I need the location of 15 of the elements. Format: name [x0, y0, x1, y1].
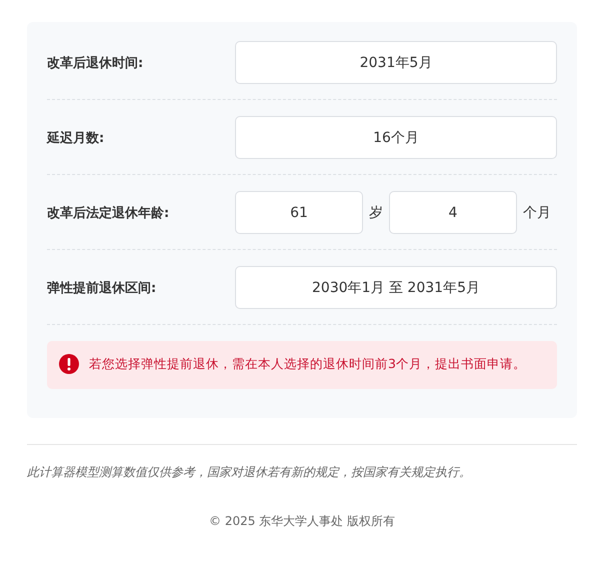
value-field[interactable]: 16个月 [235, 116, 557, 159]
value-field[interactable]: 61 [235, 191, 363, 234]
field-label: 延迟月数: [47, 130, 106, 146]
copyright-text: © 2025 东华大学人事处 版权所有 [208, 513, 396, 530]
field-label: 改革后退休时间: [47, 54, 144, 72]
value-field[interactable]: 2031年5月 [235, 41, 557, 84]
field-label: 改革后法定退休年龄: [47, 204, 170, 222]
warning-icon [59, 354, 79, 374]
unit-label: 个月 [523, 204, 551, 222]
value-field[interactable]: 4 [389, 191, 517, 234]
unit-label: 岁 [369, 204, 383, 222]
disclaimer-text: 此计算器模型测算数值仅供参考，国家对退休若有新的规定，按国家有关规定执行。 [27, 464, 472, 481]
value-field[interactable]: 2030年1月 至 2031年5月 [235, 266, 557, 309]
warning-text: 若您选择弹性提前退休，需在本人选择的退休时间前3个月，提出书面申请。 [89, 355, 527, 373]
field-label: 弹性提前退休区间: [47, 280, 158, 296]
